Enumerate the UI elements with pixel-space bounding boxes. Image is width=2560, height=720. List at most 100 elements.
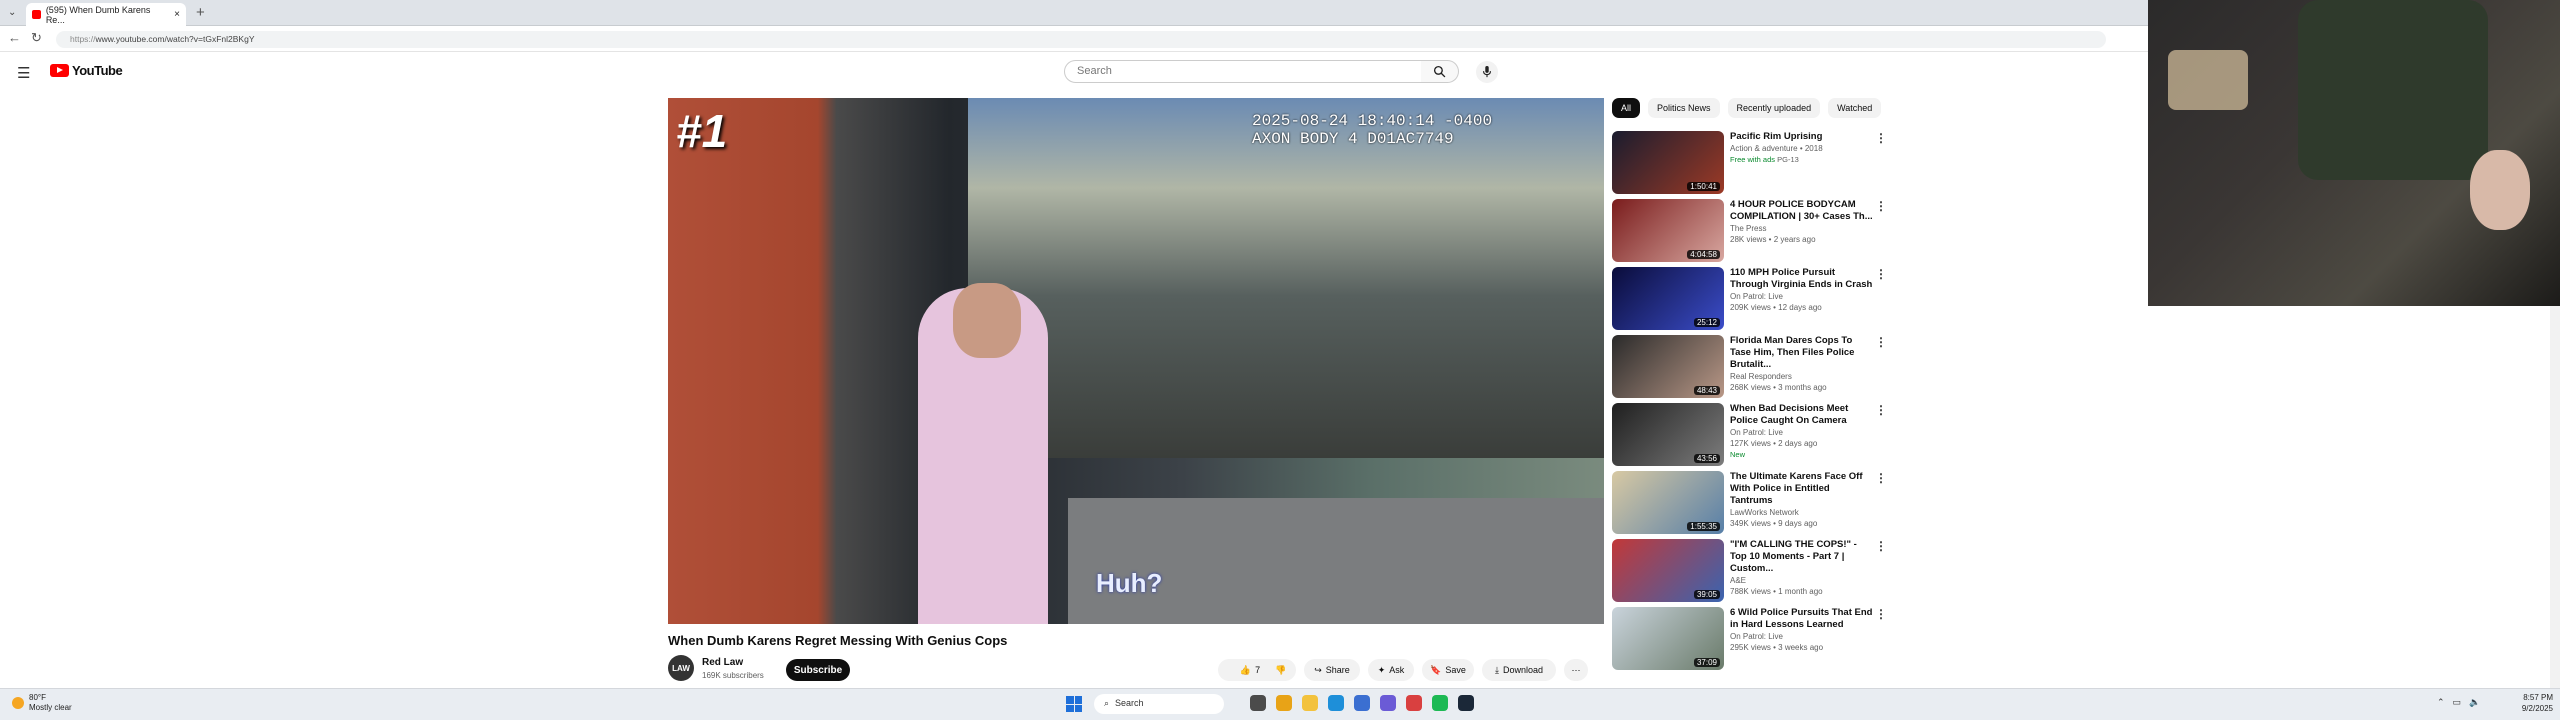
webcam-scene-lamp: [2168, 50, 2248, 110]
rec-channel[interactable]: LawWorks Network: [1730, 507, 1873, 518]
store-icon[interactable]: [1354, 695, 1370, 711]
ask-button[interactable]: ✦ Ask: [1368, 659, 1414, 681]
rec-thumbnail[interactable]: 43:56: [1612, 403, 1724, 466]
rec-title[interactable]: When Bad Decisions Meet Police Caught On…: [1730, 403, 1873, 427]
recommendation-item[interactable]: 4:04:58 4 HOUR POLICE BODYCAM COMPILATIO…: [1612, 199, 1887, 267]
guide-menu-icon[interactable]: ☰: [17, 64, 30, 82]
video-overlay-rank: #1: [676, 105, 728, 157]
rec-duration: 43:56: [1693, 454, 1720, 463]
rec-title[interactable]: "I'M CALLING THE COPS!" - Top 10 Moments…: [1730, 539, 1873, 575]
recommendation-item[interactable]: 43:56 When Bad Decisions Meet Police Cau…: [1612, 403, 1887, 471]
rec-title[interactable]: The Ultimate Karens Face Off With Police…: [1730, 471, 1873, 507]
chip-politics-news[interactable]: Politics News: [1648, 98, 1720, 118]
rec-badges: Free with ads PG-13: [1730, 154, 1873, 165]
chip-watched[interactable]: Watched: [1828, 98, 1882, 118]
rec-channel[interactable]: On Patrol: Live: [1730, 291, 1873, 302]
thumbs-down-icon: 👎: [1275, 664, 1287, 675]
rec-more-icon[interactable]: ⋮: [1873, 403, 1887, 471]
recommendation-item[interactable]: 25:12 110 MPH Police Pursuit Through Vir…: [1612, 267, 1887, 335]
discord-icon[interactable]: [1380, 695, 1396, 711]
rec-more-icon[interactable]: ⋮: [1873, 199, 1887, 267]
browser-tab-active[interactable]: (595) When Dumb Karens Re... ×: [26, 3, 186, 26]
system-tray[interactable]: ⌃ ▭ 🔈: [2437, 697, 2480, 708]
task-view-icon[interactable]: [1250, 695, 1266, 711]
rec-more-icon[interactable]: ⋮: [1873, 267, 1887, 335]
rec-channel[interactable]: On Patrol: Live: [1730, 427, 1873, 438]
new-tab-button[interactable]: +: [196, 4, 205, 21]
rec-channel[interactable]: A&E: [1730, 575, 1873, 586]
recommendation-item[interactable]: 1:55:35 The Ultimate Karens Face Off Wit…: [1612, 471, 1887, 539]
steam-icon[interactable]: [1458, 695, 1474, 711]
rec-more-icon[interactable]: ⋮: [1873, 131, 1887, 199]
weather-widget[interactable]: 80°F Mostly clear: [12, 693, 72, 713]
rec-more-icon[interactable]: ⋮: [1873, 471, 1887, 539]
taskbar-search[interactable]: ⌕ Search: [1094, 694, 1224, 714]
rec-title[interactable]: 6 Wild Police Pursuits That End in Hard …: [1730, 607, 1873, 631]
widgets-icon[interactable]: [1276, 695, 1292, 711]
channel-avatar[interactable]: LAW: [668, 655, 694, 681]
taskbar-search-label: Search: [1115, 698, 1144, 708]
weather-icon: [12, 697, 24, 709]
back-icon[interactable]: ←: [8, 30, 21, 46]
rec-channel[interactable]: The Press: [1730, 223, 1873, 234]
recommendation-item[interactable]: 1:50:41 Pacific Rim Uprising Action & ad…: [1612, 131, 1887, 199]
rec-meta: Pacific Rim Uprising Action & adventure …: [1724, 131, 1873, 199]
rec-thumbnail[interactable]: 1:50:41: [1612, 131, 1724, 194]
dislike-button[interactable]: 👎: [1266, 659, 1296, 681]
rec-meta: "I'M CALLING THE COPS!" - Top 10 Moments…: [1724, 539, 1873, 607]
rec-thumbnail[interactable]: 39:05: [1612, 539, 1724, 602]
rec-more-icon[interactable]: ⋮: [1873, 607, 1887, 675]
chrome-icon[interactable]: [1406, 695, 1422, 711]
download-button[interactable]: ⤓ Download: [1482, 659, 1556, 681]
download-label: Download: [1502, 665, 1543, 675]
tray-chevron-icon[interactable]: ⌃: [2437, 697, 2445, 708]
rec-title[interactable]: Florida Man Dares Cops To Tase Him, Then…: [1730, 335, 1873, 371]
recommendation-item[interactable]: 48:43 Florida Man Dares Cops To Tase Him…: [1612, 335, 1887, 403]
save-button[interactable]: 🔖 Save: [1422, 659, 1474, 681]
youtube-favicon-icon: [32, 10, 41, 19]
taskbar-clock[interactable]: 8:57 PM 9/2/2025: [2517, 692, 2553, 714]
video-player[interactable]: #1 2025-08-24 18:40:14 -0400 AXON BODY 4…: [668, 98, 1604, 624]
search-input[interactable]: Search: [1064, 60, 1422, 83]
tab-list-button[interactable]: ⌄: [8, 7, 16, 18]
rec-title[interactable]: Pacific Rim Uprising: [1730, 131, 1873, 143]
chip-all[interactable]: All: [1612, 98, 1641, 118]
youtube-logo[interactable]: YouTube: [50, 63, 123, 78]
subscribe-button[interactable]: Subscribe: [786, 659, 850, 681]
reload-icon[interactable]: ↻: [31, 30, 42, 46]
rec-thumbnail[interactable]: 37:09: [1612, 607, 1724, 670]
network-icon[interactable]: ▭: [2453, 697, 2462, 708]
channel-name[interactable]: Red Law: [702, 657, 743, 668]
url-field[interactable]: https://www.youtube.com/watch?v=tGxFnl2B…: [56, 31, 2106, 48]
search-button[interactable]: [1421, 60, 1459, 83]
chip-recently-uploaded[interactable]: Recently uploaded: [1727, 98, 1821, 118]
edge-icon[interactable]: [1328, 695, 1344, 711]
start-button[interactable]: [1066, 696, 1082, 712]
rec-thumbnail[interactable]: 1:55:35: [1612, 471, 1724, 534]
recommendation-item[interactable]: 39:05 "I'M CALLING THE COPS!" - Top 10 M…: [1612, 539, 1887, 607]
share-button[interactable]: ↪ Share: [1304, 659, 1360, 681]
rec-thumbnail[interactable]: 48:43: [1612, 335, 1724, 398]
rec-title[interactable]: 110 MPH Police Pursuit Through Virginia …: [1730, 267, 1873, 291]
rec-more-icon[interactable]: ⋮: [1873, 539, 1887, 607]
rec-channel[interactable]: Action & adventure • 2018: [1730, 143, 1873, 154]
spotify-icon[interactable]: [1432, 695, 1448, 711]
rec-duration: 1:50:41: [1687, 182, 1720, 191]
rec-channel[interactable]: Real Responders: [1730, 371, 1873, 382]
weather-temp: 80°F: [29, 693, 46, 702]
page-scrollbar[interactable]: [2550, 306, 2560, 688]
close-tab-icon[interactable]: ×: [174, 9, 180, 20]
voice-search-button[interactable]: [1476, 61, 1498, 83]
rec-more-icon[interactable]: ⋮: [1873, 335, 1887, 403]
rec-title[interactable]: 4 HOUR POLICE BODYCAM COMPILATION | 30+ …: [1730, 199, 1873, 223]
file-explorer-icon[interactable]: [1302, 695, 1318, 711]
more-actions-button[interactable]: ⋯: [1564, 659, 1588, 681]
recommendation-item[interactable]: 37:09 6 Wild Police Pursuits That End in…: [1612, 607, 1887, 675]
rec-channel[interactable]: On Patrol: Live: [1730, 631, 1873, 642]
volume-icon[interactable]: 🔈: [2469, 697, 2480, 708]
thumbs-up-icon: 👍: [1239, 664, 1252, 675]
rec-thumbnail[interactable]: 25:12: [1612, 267, 1724, 330]
clock-date: 9/2/2025: [2521, 704, 2553, 713]
timestamp-line-1: 2025-08-24 18:40:14 -0400: [1252, 112, 1493, 130]
rec-thumbnail[interactable]: 4:04:58: [1612, 199, 1724, 262]
